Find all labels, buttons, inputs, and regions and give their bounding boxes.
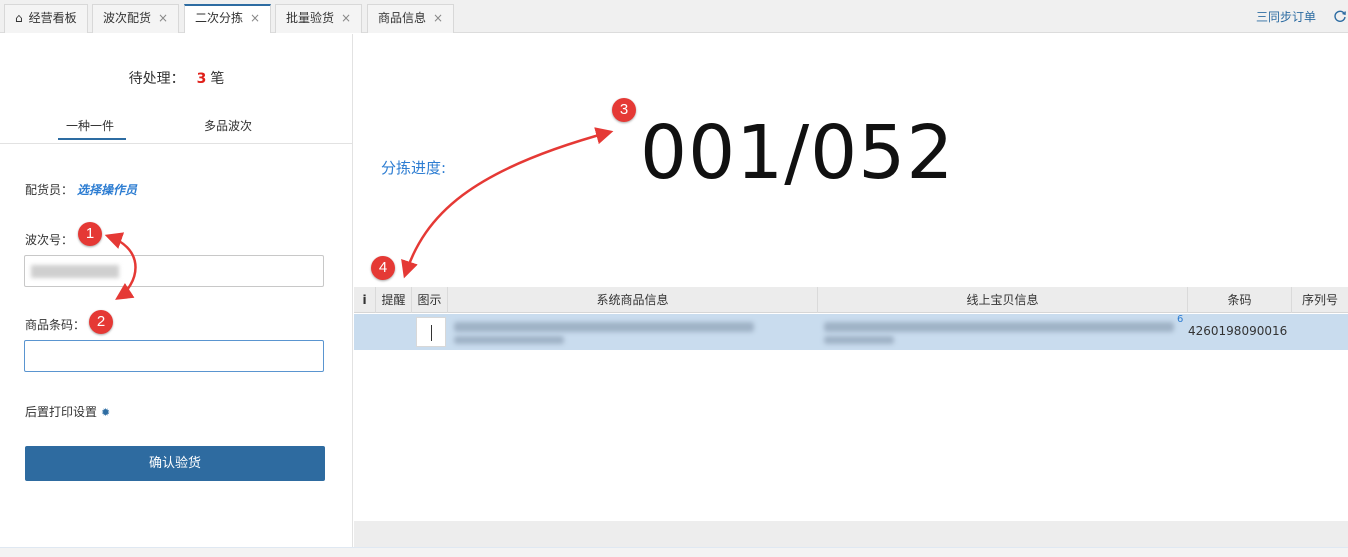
pending-summary: 待处理： 3 笔 (0, 68, 353, 88)
col-info[interactable]: i (354, 287, 376, 313)
tab-label: 批量验货 (286, 11, 335, 25)
print-settings[interactable]: 后置打印设置 ✹ (25, 403, 110, 420)
tab-label: 波次配货 (103, 11, 152, 25)
gear-icon[interactable]: ✹ (101, 406, 110, 419)
redacted-value (31, 265, 119, 278)
select-operator-link[interactable]: 选择操作员 (77, 183, 137, 197)
online-item-tag: 6 (1177, 314, 1184, 325)
close-icon[interactable]: × (250, 11, 260, 25)
confirm-inspection-button[interactable]: 确认验货 (25, 446, 325, 481)
annotation-badge-4: 4 (371, 256, 395, 280)
tab-secondary-sorting[interactable]: 二次分拣 × (184, 4, 272, 33)
redacted-system-info (454, 322, 754, 332)
mode-tab-multi[interactable]: 多品波次 (204, 117, 252, 134)
close-icon[interactable]: × (341, 11, 351, 25)
annotation-badge-2: 2 (89, 310, 113, 334)
product-thumbnail (416, 317, 446, 347)
operator-row: 配货员： 选择操作员 (25, 181, 137, 198)
col-online-item[interactable]: 线上宝贝信息 (818, 287, 1188, 313)
tab-dashboard[interactable]: ⌂ 经营看板 (4, 4, 88, 33)
redacted-online-info (824, 322, 1174, 332)
close-icon[interactable]: × (433, 11, 443, 25)
tab-label: 经营看板 (28, 11, 77, 25)
operator-label: 配货员： (25, 183, 74, 197)
pending-unit: 笔 (210, 71, 225, 87)
col-barcode[interactable]: 条码 (1188, 287, 1292, 313)
grid-header: i 提醒 图示 系统商品信息 线上宝贝信息 条码 序列号 (354, 287, 1348, 313)
table-row[interactable]: 6 4260198090016 (354, 314, 1348, 350)
barcode-cell: 4260198090016 (1188, 324, 1288, 338)
pending-count: 3 (196, 71, 207, 87)
progress-label: 分拣进度: (381, 159, 447, 177)
sync-orders-button[interactable]: 三同步订单 (1256, 8, 1316, 25)
refresh-icon[interactable] (1333, 9, 1347, 23)
annotation-badge-3: 3 (612, 98, 636, 122)
col-reminder[interactable]: 提醒 (376, 287, 412, 313)
tab-label: 二次分拣 (195, 11, 244, 25)
tab-product-info[interactable]: 商品信息 × (367, 4, 455, 33)
tab-bar: ⌂ 经营看板 波次配货 × 二次分拣 × 批量验货 × 商品信息 × 三同步订单 (0, 0, 1348, 33)
col-image[interactable]: 图示 (412, 287, 448, 313)
mode-tab-single[interactable]: 一种一件 (66, 117, 114, 134)
print-settings-label: 后置打印设置 (25, 405, 98, 419)
annotation-badge-1: 1 (78, 222, 102, 246)
progress-value: 001/052 (640, 110, 955, 196)
col-serial[interactable]: 序列号 (1292, 287, 1348, 313)
home-icon: ⌂ (15, 11, 23, 25)
barcode-label: 商品条码： (25, 318, 86, 332)
left-panel: 待处理： 3 笔 一种一件 多品波次 配货员： 选择操作员 波次号： 商品条码： 后置… (0, 34, 353, 547)
redacted-system-info (454, 336, 564, 344)
col-system-product[interactable]: 系统商品信息 (448, 287, 818, 313)
tab-label: 商品信息 (378, 11, 427, 25)
pending-label: 待处理： (128, 71, 185, 87)
wave-label: 波次号： (25, 233, 74, 247)
barcode-input[interactable] (24, 340, 324, 372)
tab-wave-allocation[interactable]: 波次配货 × (92, 4, 180, 33)
active-tab-indicator (58, 138, 126, 140)
tab-batch-inspection[interactable]: 批量验货 × (275, 4, 363, 33)
grid-footer (354, 521, 1348, 547)
wave-input[interactable] (24, 255, 324, 287)
divider (0, 143, 353, 144)
redacted-online-info (824, 336, 894, 344)
arrow-progress-to-grid (401, 127, 614, 279)
status-bar (0, 547, 1348, 557)
close-icon[interactable]: × (158, 11, 168, 25)
